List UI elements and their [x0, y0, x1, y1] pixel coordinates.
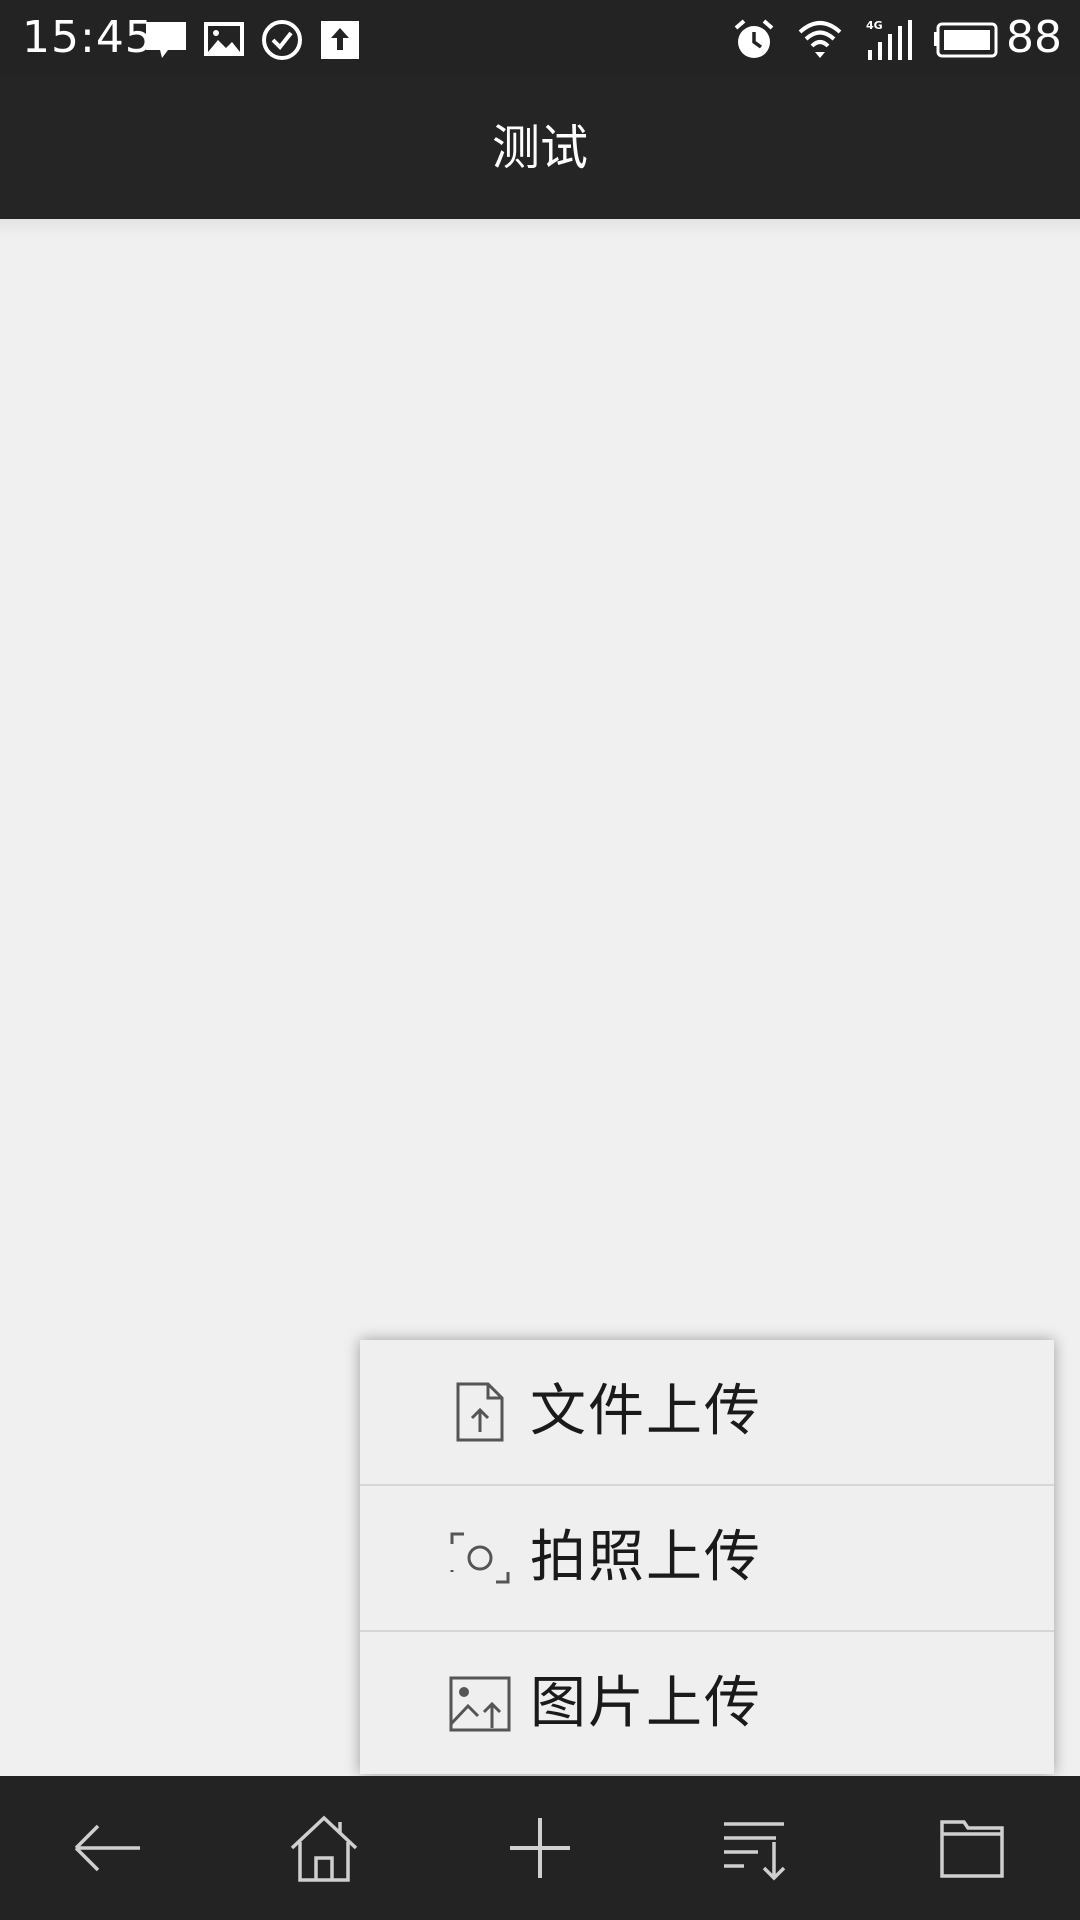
plus-icon	[510, 1818, 570, 1878]
status-bar: 15:45 4G 88	[0, 0, 1080, 76]
folder-icon	[940, 1820, 1004, 1878]
menu-item-label: 图片上传	[530, 1671, 762, 1736]
network-label: 4G	[866, 19, 883, 32]
menu-item-image-upload[interactable]: 图片上传	[360, 1632, 1054, 1776]
status-time: 15:45	[22, 12, 154, 63]
screen: 15:45 4G 88 测试 文件上传 拍照上传 图片上传	[0, 0, 1080, 1920]
back-button[interactable]	[0, 1776, 216, 1920]
menu-item-label: 拍照上传	[530, 1525, 762, 1590]
battery-percentage: 88	[1006, 12, 1062, 63]
home-icon	[290, 1815, 358, 1882]
page-title: 测试	[491, 120, 588, 176]
image-icon	[204, 22, 244, 56]
message-icon	[146, 22, 186, 58]
alarm-icon	[734, 19, 774, 58]
battery-icon	[934, 22, 998, 58]
folder-button[interactable]	[864, 1776, 1080, 1920]
add-button[interactable]	[432, 1776, 648, 1920]
bottom-nav	[0, 1776, 1080, 1920]
image-upload-icon	[449, 1676, 511, 1732]
app-bar: 测试	[0, 76, 1080, 219]
upload-icon	[321, 21, 359, 59]
home-button[interactable]	[216, 1776, 432, 1920]
check-circle-icon	[262, 20, 302, 60]
wifi-icon	[798, 21, 842, 58]
menu-item-file-upload[interactable]: 文件上传	[360, 1340, 1054, 1484]
camera-icon	[450, 1532, 510, 1584]
upload-popup-menu: 文件上传 拍照上传 图片上传	[360, 1340, 1054, 1774]
file-upload-icon	[456, 1382, 504, 1442]
back-icon	[74, 1824, 140, 1872]
signal-4g-icon: 4G	[866, 19, 912, 60]
sort-button[interactable]	[648, 1776, 864, 1920]
sort-icon	[724, 1822, 786, 1881]
menu-item-label: 文件上传	[530, 1379, 762, 1444]
menu-item-camera-upload[interactable]: 拍照上传	[360, 1486, 1054, 1630]
